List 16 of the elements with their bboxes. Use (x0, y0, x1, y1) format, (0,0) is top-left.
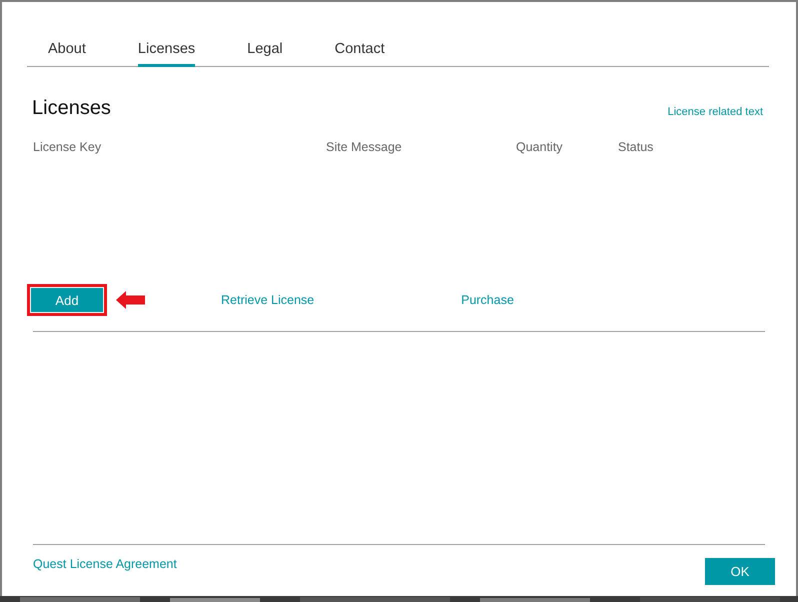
retrieve-license-link[interactable]: Retrieve License (221, 293, 314, 307)
column-header: License Key (33, 140, 102, 154)
section-title: Licenses (32, 97, 111, 120)
tab[interactable]: Contact (334, 39, 385, 67)
column-header: Status (618, 140, 654, 154)
tab[interactable]: Legal (247, 39, 283, 67)
tab[interactable]: About (48, 39, 86, 67)
tab[interactable]: Licenses (138, 39, 196, 67)
purchase-link[interactable]: Purchase (461, 293, 514, 307)
add-button[interactable]: Add (31, 288, 103, 312)
column-header: Quantity (516, 140, 564, 154)
arrow-icon (116, 291, 145, 309)
license-related-link[interactable]: License related text (668, 106, 763, 118)
license-agreement-link[interactable]: Quest License Agreement (33, 557, 177, 571)
column-header: Site Message (326, 140, 403, 154)
ok-button[interactable]: OK (705, 558, 775, 585)
